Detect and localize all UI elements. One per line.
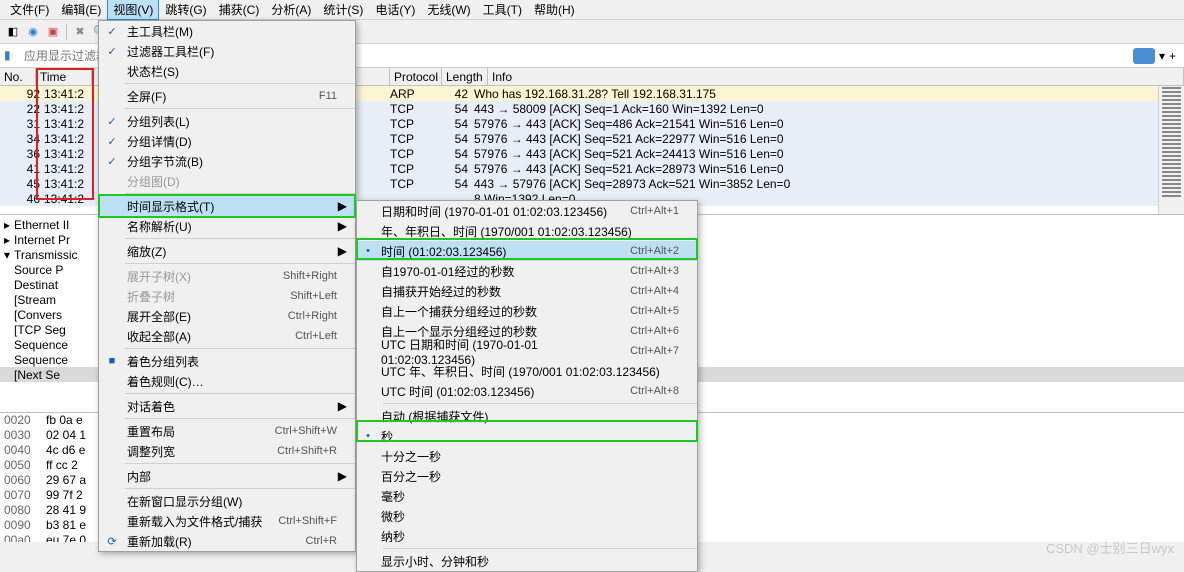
menu-item[interactable]: 全屏(F)F11: [99, 86, 355, 106]
menu-item[interactable]: ✓分组详情(D): [99, 131, 355, 151]
packet-scrollbar[interactable]: [1158, 86, 1184, 214]
menu-item[interactable]: 自1970-01-01经过的秒数Ctrl+Alt+3: [357, 261, 697, 281]
menu-item[interactable]: 名称解析(U)▶: [99, 216, 355, 236]
menu-item[interactable]: 文件(F): [4, 0, 55, 20]
menu-item[interactable]: UTC 时间 (01:02:03.123456)Ctrl+Alt+8: [357, 381, 697, 401]
menu-item[interactable]: 折叠子树Shift+Left: [99, 286, 355, 306]
menu-item[interactable]: 捕获(C): [213, 0, 266, 20]
filter-icon[interactable]: ▮: [4, 48, 20, 64]
menu-item[interactable]: 工具(T): [477, 0, 528, 20]
toolbar-btn[interactable]: ▣: [44, 23, 62, 41]
menu-item[interactable]: 统计(S): [317, 0, 369, 20]
time-format-submenu: 日期和时间 (1970-01-01 01:02:03.123456)Ctrl+A…: [356, 200, 698, 572]
col-length[interactable]: Length: [442, 68, 488, 85]
menu-item[interactable]: ⟳重新加载(R)Ctrl+R: [99, 531, 355, 551]
menu-item[interactable]: ✓分组列表(L): [99, 111, 355, 131]
menu-item[interactable]: 重置布局Ctrl+Shift+W: [99, 421, 355, 441]
menu-item[interactable]: 帮助(H): [528, 0, 581, 20]
menu-item[interactable]: 十分之一秒: [357, 446, 697, 466]
view-menu-dropdown: ✓主工具栏(M)✓过滤器工具栏(F)状态栏(S) 全屏(F)F11 ✓分组列表(L)…: [98, 20, 356, 552]
menu-item[interactable]: 调整列宽Ctrl+Shift+R: [99, 441, 355, 461]
menu-item[interactable]: 缩放(Z)▶: [99, 241, 355, 261]
menu-item[interactable]: 自捕获开始经过的秒数Ctrl+Alt+4: [357, 281, 697, 301]
menu-item[interactable]: ■着色分组列表: [99, 351, 355, 371]
col-time[interactable]: Time: [36, 68, 92, 85]
menu-item[interactable]: 展开子树(X)Shift+Right: [99, 266, 355, 286]
menu-item[interactable]: 视图(V): [107, 0, 159, 20]
col-info[interactable]: Info: [488, 68, 1184, 85]
menu-item[interactable]: 自上一个捕获分组经过的秒数Ctrl+Alt+5: [357, 301, 697, 321]
menu-item[interactable]: 电话(Y): [369, 0, 421, 20]
menu-item[interactable]: UTC 年、年积日、时间 (1970/001 01:02:03.123456): [357, 361, 697, 381]
menu-item[interactable]: •秒: [357, 426, 697, 446]
menu-item[interactable]: 重新载入为文件格式/捕获Ctrl+Shift+F: [99, 511, 355, 531]
filter-add-button[interactable]: +: [1165, 49, 1180, 63]
menu-item[interactable]: 毫秒: [357, 486, 697, 506]
menu-item[interactable]: ✓主工具栏(M): [99, 21, 355, 41]
menu-item[interactable]: 在新窗口显示分组(W): [99, 491, 355, 511]
menu-item[interactable]: 微秒: [357, 506, 697, 526]
menu-item[interactable]: 纳秒: [357, 526, 697, 546]
toolbar-btn[interactable]: ◉: [24, 23, 42, 41]
toolbar-btn[interactable]: ◧: [4, 23, 22, 41]
filter-apply-button[interactable]: [1133, 48, 1155, 64]
watermark: CSDN @士别三日wyx: [1046, 538, 1174, 557]
menu-item[interactable]: 显示小时、分钟和秒: [357, 551, 697, 571]
menu-item[interactable]: 收起全部(A)Ctrl+Left: [99, 326, 355, 346]
menu-item[interactable]: 跳转(G): [159, 0, 212, 20]
menu-item[interactable]: 对话着色▶: [99, 396, 355, 416]
col-protocol[interactable]: Protocol: [390, 68, 442, 85]
menu-item[interactable]: 百分之一秒: [357, 466, 697, 486]
menu-item[interactable]: 无线(W): [421, 0, 476, 20]
menu-item[interactable]: 时间显示格式(T)▶: [99, 196, 355, 216]
menu-item[interactable]: 着色规则(C)…: [99, 371, 355, 391]
menu-item[interactable]: UTC 日期和时间 (1970-01-01 01:02:03.123456)Ct…: [357, 341, 697, 361]
menu-item[interactable]: 展开全部(E)Ctrl+Right: [99, 306, 355, 326]
menu-item[interactable]: ✓过滤器工具栏(F): [99, 41, 355, 61]
menu-item[interactable]: 内部▶: [99, 466, 355, 486]
menubar: 文件(F)编辑(E)视图(V)跳转(G)捕获(C)分析(A)统计(S)电话(Y)…: [0, 0, 1184, 20]
toolbar-btn[interactable]: ✖: [71, 23, 89, 41]
menu-item[interactable]: ✓分组字节流(B): [99, 151, 355, 171]
menu-item[interactable]: 分析(A): [265, 0, 317, 20]
menu-item[interactable]: 年、年积日、时间 (1970/001 01:02:03.123456): [357, 221, 697, 241]
menu-item[interactable]: 日期和时间 (1970-01-01 01:02:03.123456)Ctrl+A…: [357, 201, 697, 221]
col-no[interactable]: No.: [0, 68, 36, 85]
menu-item[interactable]: 自动 (根据捕获文件): [357, 406, 697, 426]
menu-item[interactable]: 编辑(E): [55, 0, 107, 20]
menu-item[interactable]: 分组图(D): [99, 171, 355, 191]
menu-item[interactable]: •时间 (01:02:03.123456)Ctrl+Alt+2: [357, 241, 697, 261]
menu-item[interactable]: 状态栏(S): [99, 61, 355, 81]
